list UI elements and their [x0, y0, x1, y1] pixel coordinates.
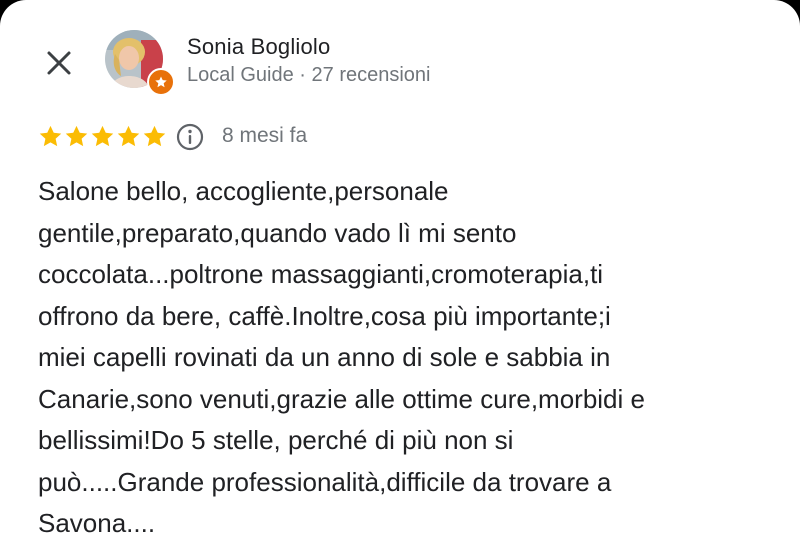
close-icon [47, 51, 71, 75]
author-meta: Local Guide · 27 recensioni [187, 64, 431, 86]
review-sheet: Sonia Bogliolo Local Guide · 27 recensio… [0, 0, 800, 556]
review-line: coccolata...poltrone massaggianti,cromot… [38, 259, 604, 289]
star-icon [65, 125, 88, 147]
info-icon[interactable] [175, 122, 205, 152]
review-text: Salone bello, accogliente,personale gent… [38, 171, 778, 545]
star-icon [143, 125, 166, 147]
review-date: 8 mesi fa [222, 124, 308, 147]
author-avatar-container[interactable] [105, 30, 175, 96]
star-rating [38, 124, 167, 149]
review-line: miei capelli rovinati da un anno di sole… [38, 342, 611, 372]
review-line: bellissimi!Do 5 stelle, perché di più no… [38, 425, 514, 455]
review-line: Savona.... [38, 508, 156, 538]
star-icon [117, 125, 140, 147]
author-name[interactable]: Sonia Bogliolo [187, 34, 330, 60]
star-icon [91, 125, 114, 147]
local-guide-badge [147, 68, 175, 96]
review-line: può.....Grande professionalità,difficile… [38, 466, 612, 497]
review-line: offrono da bere, caffè.Inoltre,cosa più … [38, 300, 611, 331]
star-icon [39, 125, 62, 147]
review-line: Salone bello, accogliente,personale [38, 176, 449, 206]
review-line: gentile,preparato,quando vado lì mi sent… [38, 217, 517, 248]
close-button[interactable] [38, 42, 80, 84]
review-line: Canarie,sono venuti,grazie alle ottime c… [38, 383, 645, 414]
local-guide-star-icon [155, 76, 167, 88]
